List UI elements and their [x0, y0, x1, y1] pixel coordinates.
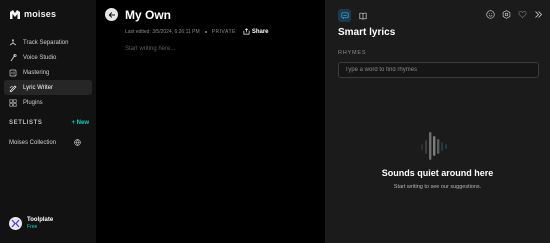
- user-profile[interactable]: Toolplate Free: [9, 217, 53, 230]
- chevron-double-right-icon: [535, 11, 543, 18]
- lyric-editor: My Own Last edited: 3/5/2024, 6:26:11 PM…: [96, 0, 325, 243]
- rhyme-search-input[interactable]: [338, 62, 539, 78]
- sidebar-item-label: Plugins: [23, 99, 43, 106]
- sidebar-item-track-separation[interactable]: Track Separation: [4, 35, 92, 50]
- setlists-title: SETLISTS: [9, 120, 43, 126]
- document-title[interactable]: My Own: [125, 8, 171, 22]
- rhymes-section-label: RHYMES: [338, 50, 367, 56]
- tab-dictionary[interactable]: [356, 9, 369, 22]
- share-icon: [243, 28, 250, 35]
- empty-state-subtitle: Start writing to see our suggestions.: [393, 184, 482, 190]
- setlist-item-moises-collection[interactable]: Moises Collection: [9, 139, 81, 146]
- share-button[interactable]: Share: [243, 28, 269, 35]
- sidebar-nav: Track Separation Voice Studio Mastering …: [4, 35, 92, 110]
- voice-studio-icon: [9, 53, 17, 62]
- globe-icon: [74, 139, 81, 146]
- share-label: Share: [251, 28, 269, 35]
- logo[interactable]: moises: [10, 9, 56, 19]
- mastering-icon: [9, 69, 17, 77]
- setlist-item-label: Moises Collection: [9, 139, 57, 146]
- emoji-button[interactable]: [486, 10, 495, 19]
- chat-icon: [340, 11, 349, 19]
- user-plan: Free: [27, 224, 38, 230]
- new-setlist-button[interactable]: + New: [71, 120, 89, 126]
- lyric-text-area[interactable]: Start writing here...: [125, 46, 175, 52]
- smiley-icon: [486, 10, 495, 19]
- settings-icon: [502, 10, 511, 19]
- moises-logo-icon: [10, 9, 20, 19]
- back-button[interactable]: [105, 8, 118, 21]
- favorite-button[interactable]: [518, 10, 527, 19]
- sidebar-item-plugins[interactable]: Plugins: [4, 95, 92, 110]
- smart-lyrics-panel: Smart lyrics RHYMES Sounds quiet around …: [325, 0, 550, 243]
- sidebar-item-label: Lyric Writer: [23, 84, 53, 91]
- panel-toolbar: [486, 10, 543, 19]
- heart-icon: [518, 11, 527, 19]
- document-meta: Last edited: 3/5/2024, 6:26:11 PM PRIVAT…: [125, 28, 269, 35]
- last-edited: Last edited: 3/5/2024, 6:26:11 PM: [125, 28, 200, 35]
- arrow-left-icon: [108, 11, 115, 18]
- sidebar-item-label: Mastering: [23, 69, 50, 76]
- avatar-logo-icon: [11, 219, 20, 228]
- settings-button[interactable]: [502, 10, 511, 19]
- book-icon: [358, 12, 367, 20]
- setlists-header: SETLISTS + New: [9, 120, 89, 126]
- avatar: [9, 217, 22, 230]
- sidebar-item-voice-studio[interactable]: Voice Studio: [4, 50, 92, 65]
- sidebar: moises Track Separation Voice Studio Mas…: [0, 0, 96, 243]
- sidebar-item-lyric-writer[interactable]: Lyric Writer: [4, 80, 92, 95]
- plugins-icon: [9, 99, 17, 107]
- panel-title: Smart lyrics: [338, 27, 396, 38]
- lyric-writer-icon: [9, 84, 17, 92]
- sound-wave-icon: [421, 132, 447, 160]
- user-name: Toolplate: [27, 217, 54, 223]
- sidebar-item-mastering[interactable]: Mastering: [4, 65, 92, 80]
- tab-smart-lyrics[interactable]: [338, 9, 351, 22]
- visibility-badge: PRIVATE: [211, 28, 236, 35]
- empty-state-title: Sounds quiet around here: [381, 168, 494, 178]
- track-separation-icon: [9, 38, 17, 47]
- separator-dot: [204, 30, 207, 33]
- logo-text: moises: [24, 9, 57, 19]
- sidebar-item-label: Voice Studio: [23, 54, 57, 61]
- sidebar-item-label: Track Separation: [23, 39, 69, 46]
- collapse-panel-button[interactable]: [534, 10, 543, 19]
